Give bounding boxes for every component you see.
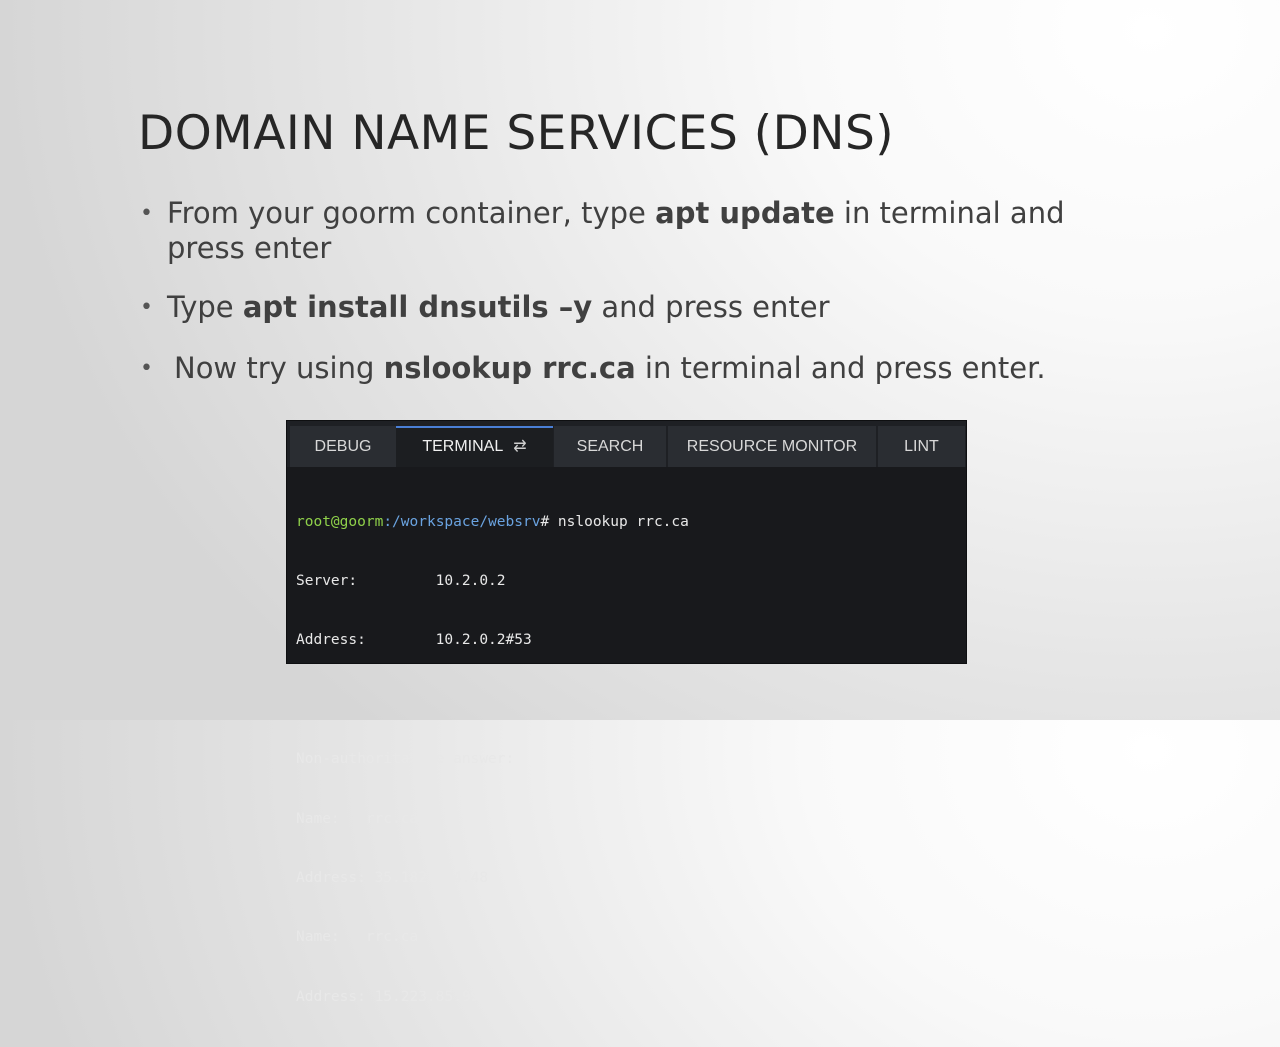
prompt-command: # nslookup rrc.ca bbox=[540, 513, 689, 530]
terminal-output[interactable]: root@goorm:/workspace/websrv# nslookup r… bbox=[296, 473, 689, 1047]
bullet-icon: • bbox=[140, 295, 153, 320]
bullet-icon: • bbox=[140, 356, 153, 381]
terminal-output-line: Non-authoritative answer: bbox=[296, 751, 515, 768]
tab-terminal[interactable]: TERMINAL ⇄ bbox=[396, 426, 553, 467]
bullet-bold-text: nslookup rrc.ca bbox=[383, 351, 636, 385]
bullet-list: • From your goorm container, type apt up… bbox=[138, 196, 1138, 386]
bullet-item: • From your goorm container, type apt up… bbox=[138, 196, 1138, 266]
terminal-tab-bar: DEBUG TERMINAL ⇄ SEARCH RESOURCE MONITOR … bbox=[287, 421, 966, 467]
refresh-icon[interactable]: ⇄ bbox=[513, 428, 526, 465]
terminal-output-line: Name: rrc.ca bbox=[296, 929, 419, 946]
terminal-output-line: Address: 10.2.0.2#53 bbox=[296, 632, 532, 649]
tab-search[interactable]: SEARCH bbox=[554, 426, 666, 467]
terminal-screenshot: DEBUG TERMINAL ⇄ SEARCH RESOURCE MONITOR … bbox=[286, 420, 967, 1005]
tab-label: DEBUG bbox=[314, 438, 372, 455]
bullet-text: and press enter bbox=[592, 290, 830, 324]
bullet-text: in terminal and press enter. bbox=[635, 351, 1046, 385]
prompt-path: :/workspace/websrv bbox=[383, 513, 541, 530]
bullet-text: Now try using bbox=[174, 351, 384, 385]
terminal-output-line: Address: 15.223.85.99 bbox=[296, 988, 480, 1005]
bullet-bold-text: apt update bbox=[655, 196, 835, 230]
bullet-text: Type bbox=[167, 290, 243, 324]
bullet-icon: • bbox=[140, 201, 153, 226]
bullet-item: • Type apt install dnsutils –y and press… bbox=[138, 290, 1138, 325]
tab-label: SEARCH bbox=[576, 438, 644, 455]
terminal-prompt-line: root@goorm:/workspace/websrv# nslookup r… bbox=[296, 513, 689, 533]
terminal-output-line: Name: rrc.ca bbox=[296, 810, 419, 827]
terminal-output-line: Server: 10.2.0.2 bbox=[296, 572, 506, 589]
bullet-text: From your goorm container, type bbox=[167, 196, 656, 230]
bullet-item: • Now try using nslookup rrc.ca in termi… bbox=[138, 351, 1138, 386]
tab-label: LINT bbox=[904, 438, 939, 455]
bullet-bold-text: apt install dnsutils –y bbox=[242, 290, 593, 324]
tab-resource-monitor[interactable]: RESOURCE MONITOR bbox=[668, 426, 876, 467]
slide-title: DOMAIN NAME SERVICES (DNS) bbox=[138, 106, 895, 161]
tab-debug[interactable]: DEBUG bbox=[290, 426, 396, 467]
tab-label: TERMINAL bbox=[422, 438, 504, 455]
prompt-user: root@goorm bbox=[296, 513, 384, 530]
tab-lint[interactable]: LINT bbox=[878, 426, 965, 467]
terminal-output-line: Address: 35.182.194.48 bbox=[296, 869, 489, 886]
tab-label: RESOURCE MONITOR bbox=[686, 438, 858, 455]
